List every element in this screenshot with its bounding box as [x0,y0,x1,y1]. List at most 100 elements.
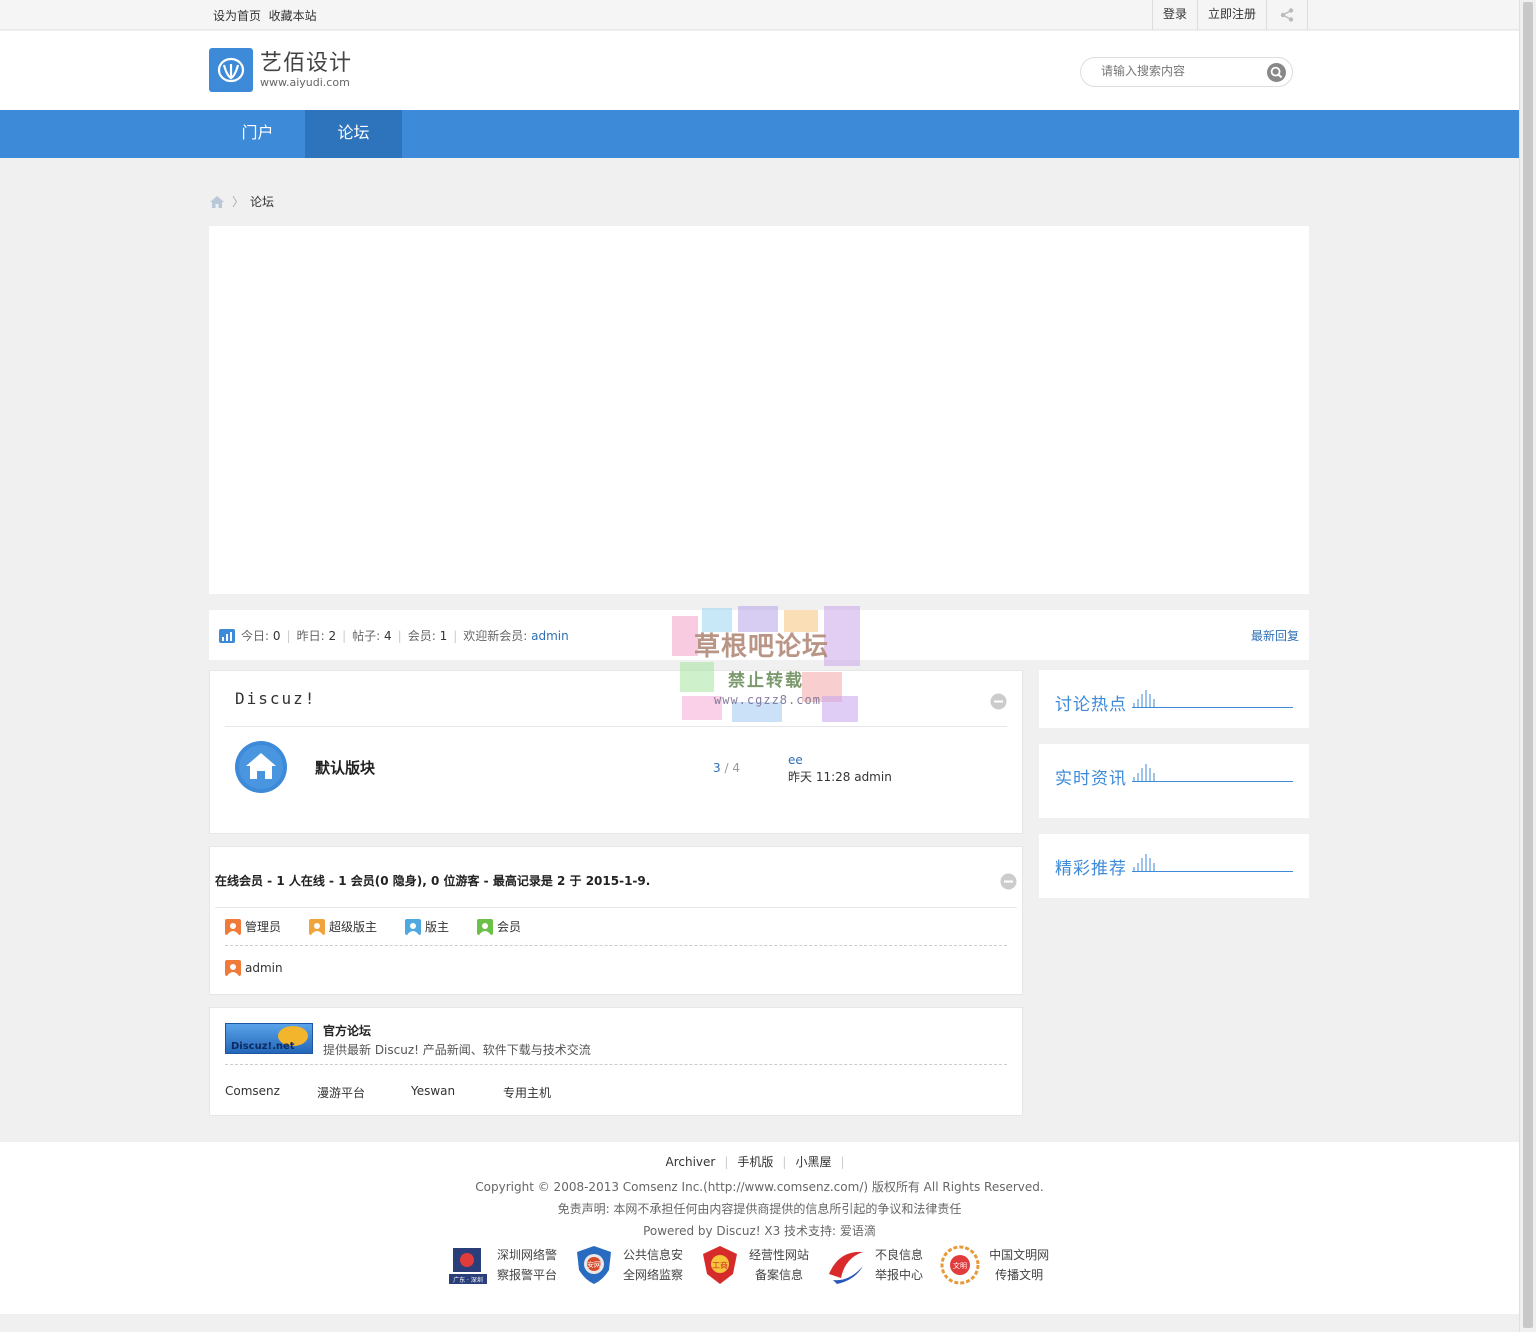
forum-post-count: 4 [732,761,740,775]
badge-line: 全网络监察 [623,1268,684,1282]
logo-name: 艺佰设计 [260,50,353,76]
civilization-emblem-icon: 文明 [940,1245,980,1285]
logo-url: www.aiyudi.com [260,75,350,89]
new-member-link[interactable]: admin [531,629,569,643]
forum-name-link[interactable]: 默认版块 [315,757,375,778]
footer-link-mobile[interactable]: 手机版 [737,1155,773,1169]
links-dashed-divider [225,1064,1007,1065]
collapse-icon[interactable] [990,693,1007,710]
signal-wave-icon [1132,690,1164,708]
official-forum-link[interactable]: 官方论坛 [323,1022,371,1039]
search-box [1080,57,1293,87]
admin-user-icon [225,960,241,976]
site-header: 艺佰设计 www.aiyudi.com [0,31,1519,110]
category-divider [225,726,1007,727]
discuz-logo-link[interactable]: Discuz!.net [225,1023,313,1054]
member-user-icon [477,918,494,935]
online-member-link[interactable]: admin [245,961,283,975]
legend-label: 会员 [497,920,522,934]
nav-item-forum[interactable]: 论坛 [305,110,402,158]
badge-line: 察报警平台 [497,1268,558,1282]
moderator-user-icon [405,918,422,935]
breadcrumb: 〉 论坛 [209,193,274,210]
top-bar: 设为首页 收藏本站 登录 立即注册 [0,0,1519,30]
bookmark-site-link[interactable]: 收藏本站 [269,9,317,23]
watermark-title: 草根吧论坛 [694,632,830,662]
badge-line: 经营性网站 [749,1248,810,1262]
forum-home-icon[interactable] [235,741,287,793]
online-members-box: 在线会员 - 1 人在线 - 1 会员(0 隐身), 0 位游客 - 最高记录是… [209,846,1023,995]
scrollbar-thumb[interactable] [1523,2,1533,1328]
badge-business-filing[interactable]: 工商 经营性网站备案信息 [699,1244,809,1286]
share-icon [1280,8,1294,22]
friend-link-hosting[interactable]: 专用主机 [503,1084,551,1101]
badge-info-security[interactable]: 安网 公共信息安 全网络监察 [573,1244,683,1286]
footer-copyright: Copyright © 2008-2013 Comsenz Inc.(http:… [475,1180,1044,1194]
top-bar-right: 登录 立即注册 [1152,0,1309,30]
legend-label: 超级版主 [329,920,378,934]
watermark-subtitle: 禁止转载 [728,671,804,691]
friend-links-box: Discuz!.net 官方论坛 提供最新 Discuz! 产品新闻、软件下载与… [209,1007,1023,1116]
stats-chart-icon [219,628,235,643]
category-title[interactable]: Discuz! [235,689,316,708]
sidebar-title-underline [1164,871,1293,872]
sidebar-title: 讨论热点 [1055,695,1127,715]
vertical-scrollbar[interactable] [1519,0,1536,1332]
business-badge-text: 工商 [712,1260,728,1270]
sidebar-title-underline [1164,781,1293,782]
footer-badges: 广东 · 深圳 深圳网络警 察报警平台 安网 公共信息安 全网络监察 工商 经营性网… [447,1244,1065,1286]
footer-link-blacklist[interactable]: 小黑屋 [795,1155,831,1169]
main-nav: 门户 论坛 [0,110,1519,158]
logo-mark-icon [209,48,253,92]
stat-yesterday-label: 昨日: [296,629,325,643]
friend-link-manyou[interactable]: 漫游平台 [317,1084,365,1101]
badge-line: 备案信息 [755,1268,804,1282]
online-divider [215,907,1017,908]
search-input[interactable] [1101,64,1261,78]
breadcrumb-current[interactable]: 论坛 [250,193,274,210]
site-footer: Archiver | 手机版 | 小黑屋 | Copyright © 2008-2013 … [0,1142,1519,1314]
sidebar-title-underline [1164,707,1293,708]
admin-user-icon [225,918,241,935]
bottom-gutter [0,1314,1519,1332]
register-link[interactable]: 立即注册 [1197,0,1266,30]
login-link[interactable]: 登录 [1152,0,1197,30]
badge-report-center[interactable]: 不良信息 举报中心 [825,1244,923,1286]
last-post-title-link[interactable]: ee [788,753,803,767]
signal-wave-icon [1132,854,1164,872]
official-forum-desc: 提供最新 Discuz! 产品新闻、软件下载与技术交流 [323,1043,591,1057]
site-logo[interactable]: 艺佰设计 www.aiyudi.com [209,48,352,92]
badge-line: 传播文明 [995,1268,1044,1282]
home-icon[interactable] [209,195,225,209]
friend-link-comsenz[interactable]: Comsenz [225,1084,280,1098]
banner-area [209,226,1309,594]
collapse-icon[interactable] [1000,873,1017,890]
sidebar-hot-topics: 讨论热点 [1039,670,1309,728]
badge-line: 举报中心 [875,1268,924,1282]
share-button[interactable] [1266,0,1309,30]
police-badge-icon: 广东 · 深圳 [449,1248,487,1284]
report-center-icon [829,1251,864,1284]
legend-super-moderator: 超级版主 [309,918,377,935]
sidebar-realtime-news: 实时资讯 [1039,744,1309,818]
search-icon[interactable] [1267,63,1286,82]
legend-moderator: 版主 [405,918,449,935]
badge-cyber-police[interactable]: 广东 · 深圳 深圳网络警 察报警平台 [447,1244,557,1286]
watermark-block [822,696,858,722]
nav-item-portal[interactable]: 门户 [209,110,306,158]
stat-posts-label: 帖子: [352,629,381,643]
civilization-emblem-text: 文明 [953,1261,967,1270]
online-members-header[interactable]: 在线会员 - 1 人在线 - 1 会员(0 隐身), 0 位游客 - 最高记录是… [215,872,650,889]
badge-civilization[interactable]: 文明 中国文明网 传播文明 [939,1244,1049,1286]
stat-welcome-label: 欢迎新会员: [463,629,528,643]
online-member-list: admin [225,960,283,976]
stat-posts-value: 4 [384,628,392,643]
latest-reply-link[interactable]: 最新回复 [1251,627,1299,644]
footer-powered-by: Powered by Discuz! X3 技术支持: 爱语滴 [643,1224,876,1238]
badge-line: 公共信息安 [623,1248,684,1262]
stat-yesterday-value: 2 [328,628,337,643]
friend-link-yeswan[interactable]: Yeswan [411,1084,455,1098]
set-homepage-link[interactable]: 设为首页 [213,9,261,23]
footer-link-archiver[interactable]: Archiver [665,1155,715,1169]
forum-thread-count: 3 [713,761,721,775]
